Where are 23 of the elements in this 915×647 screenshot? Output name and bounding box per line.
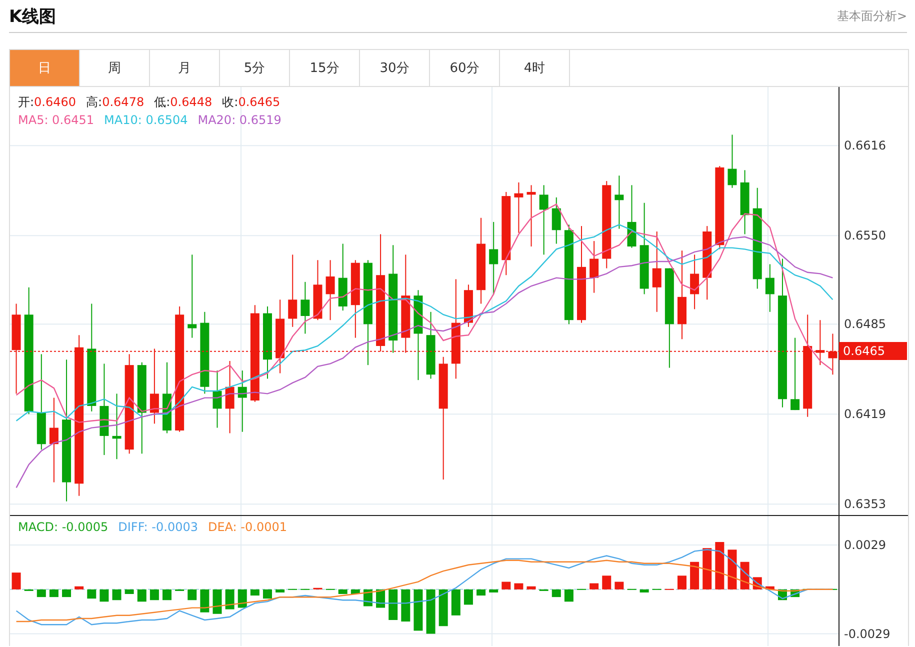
macd-axis-label: -0.0029	[844, 626, 890, 641]
moving-average-legend: MA5: 0.6451	[18, 111, 94, 129]
moving-average-legend: MA10: 0.6504	[104, 111, 188, 129]
last-price-tag: 0.6465	[839, 342, 907, 360]
legend-value: 0.6460	[34, 95, 76, 109]
legend-label: 收:	[222, 95, 238, 109]
price-axis-label: 0.6419	[844, 407, 886, 422]
macd-legend: DEA: -0.0001	[208, 518, 287, 536]
moving-average-legend: MA20: 0.6519	[198, 111, 282, 129]
price-axis-label: 0.6550	[844, 228, 886, 243]
price-axis-label: 0.6485	[844, 317, 886, 332]
legend-value: 0.6465	[238, 95, 280, 109]
macd-axis-label: 0.0029	[844, 538, 886, 552]
legend-label: 高:	[86, 95, 102, 109]
legend-label: 开:	[18, 95, 34, 109]
macd-legend: DIFF: -0.0003	[118, 518, 198, 536]
price-axis-label: 0.6353	[844, 497, 886, 512]
page-title: K线图	[9, 6, 56, 28]
macd-legend: MACD: -0.0005	[18, 518, 108, 536]
legend-value: 0.6448	[170, 95, 212, 109]
legend-value: 0.6478	[102, 95, 144, 109]
legend-label: 低:	[154, 95, 170, 109]
price-axis-label: 0.6616	[844, 138, 886, 153]
